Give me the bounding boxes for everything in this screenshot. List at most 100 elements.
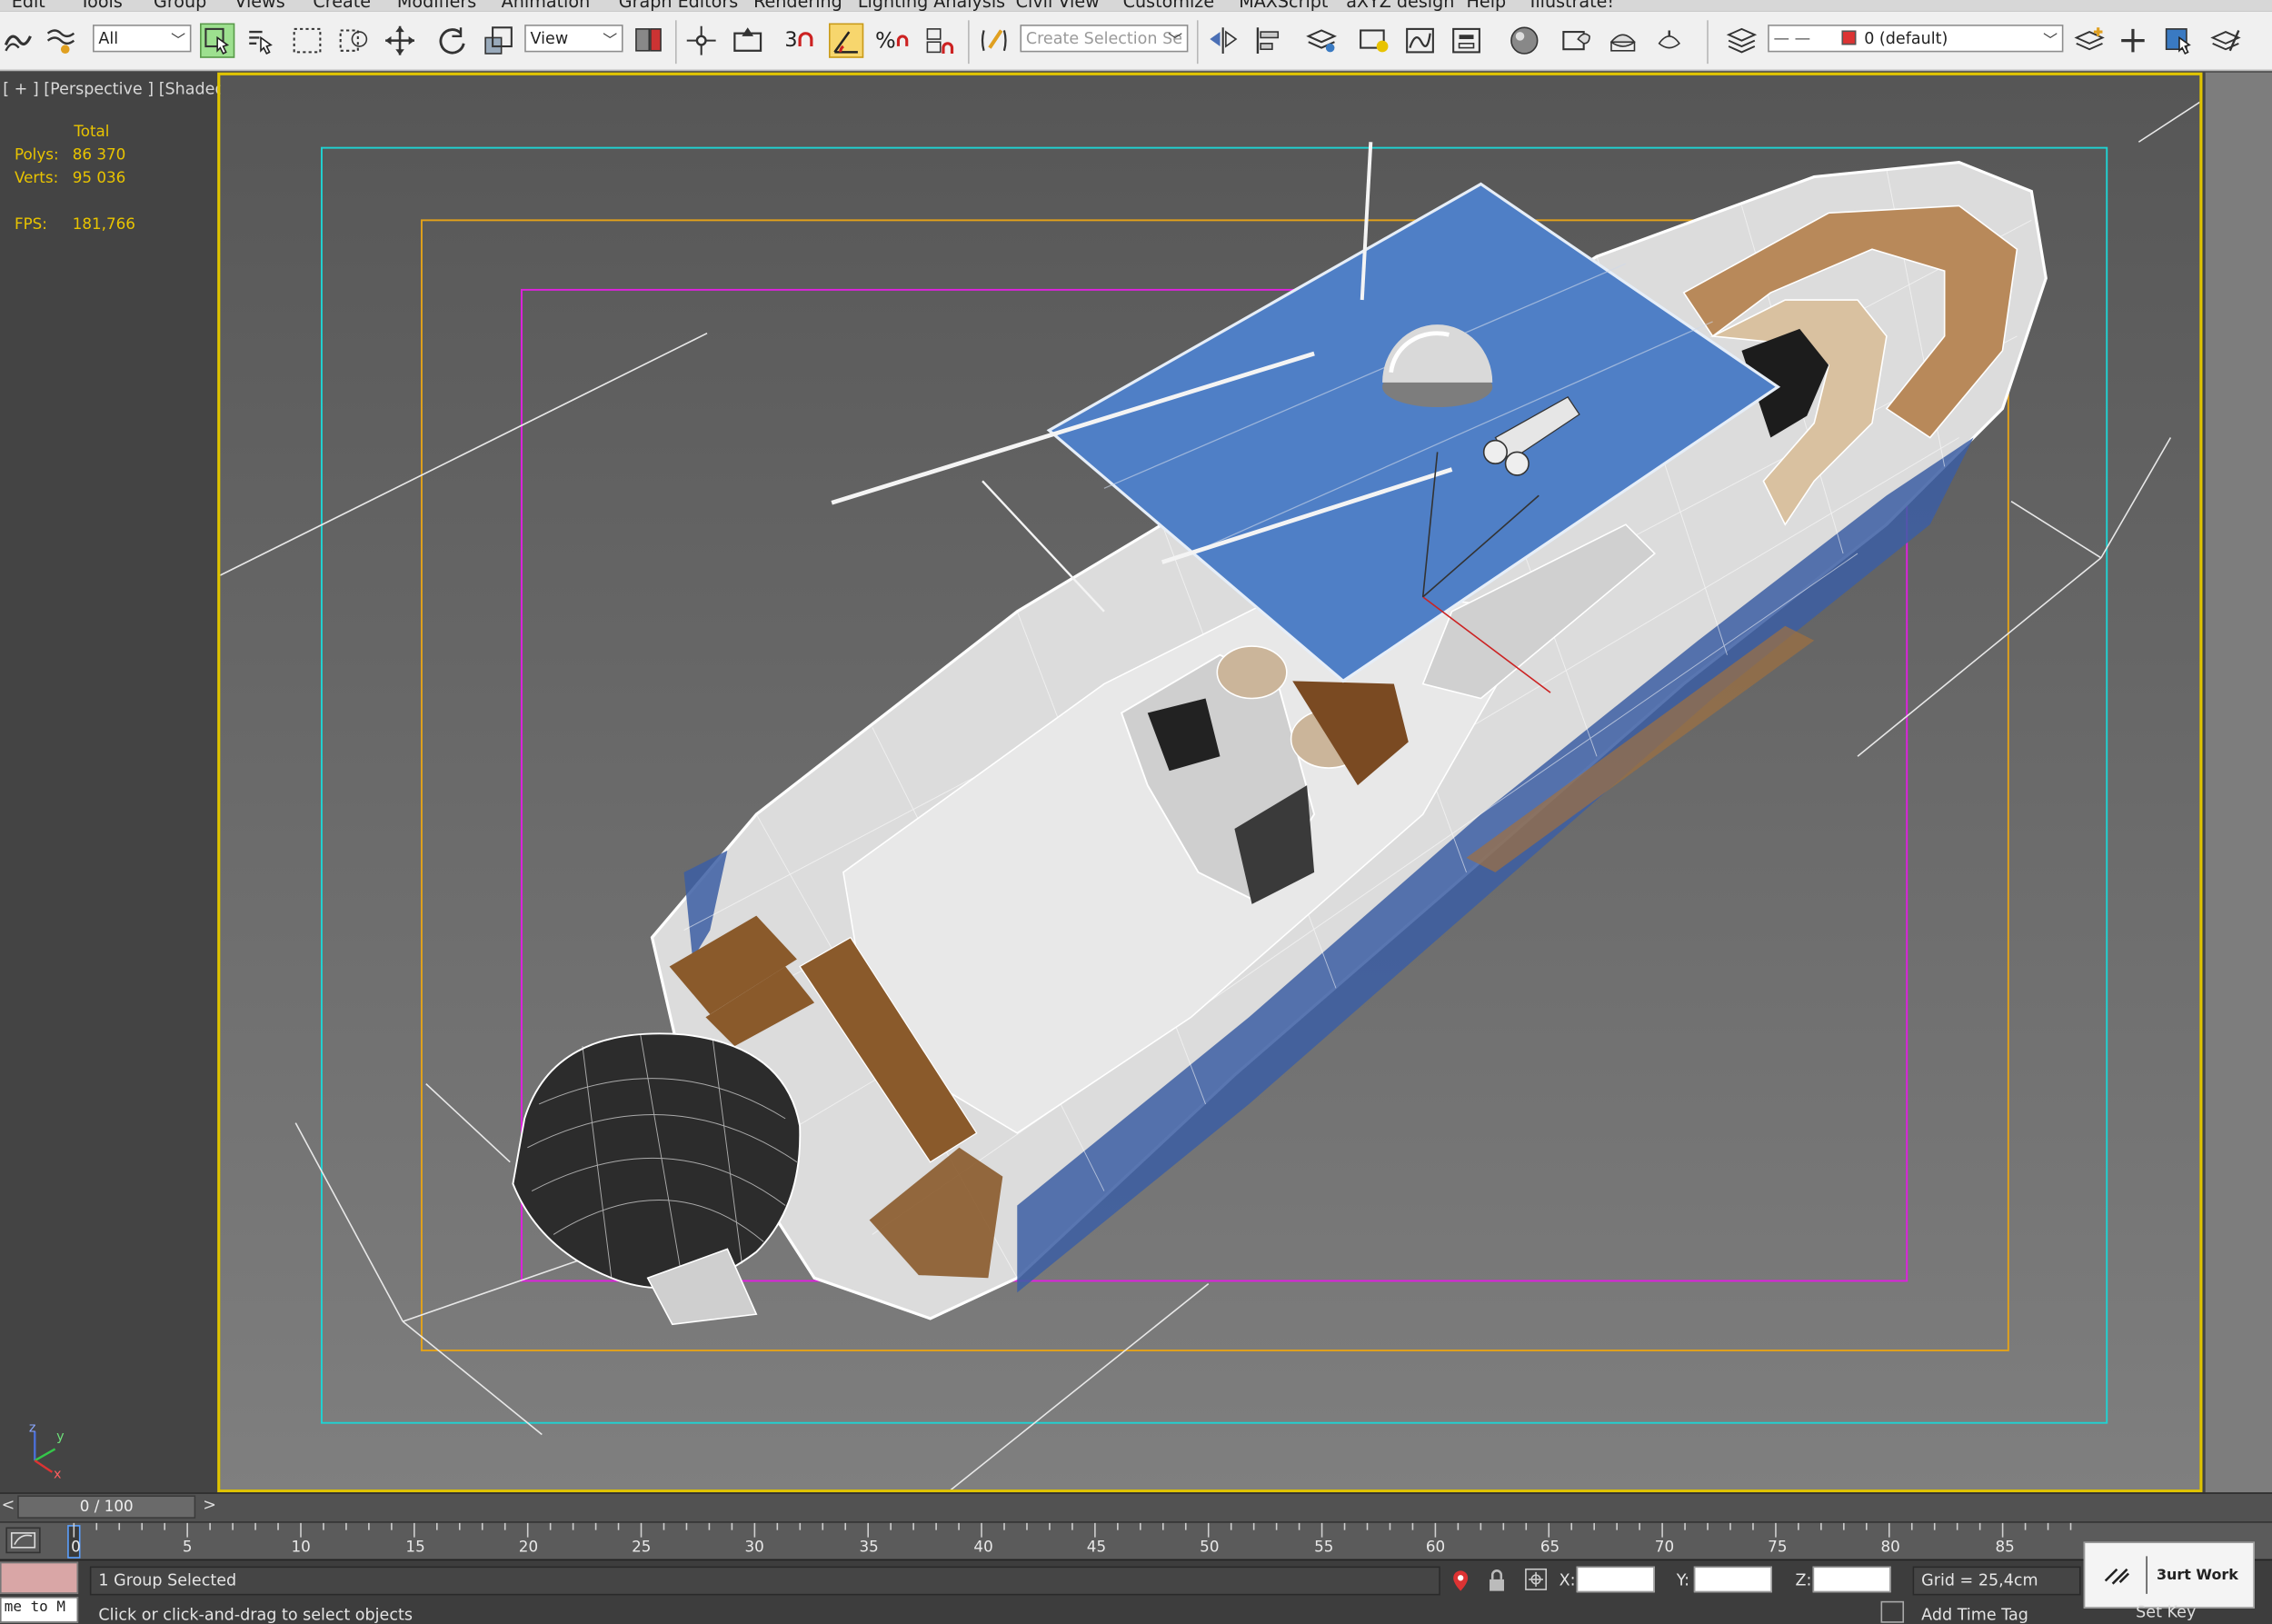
mirror-icon[interactable]: [1206, 24, 1241, 58]
tick-label: 25: [632, 1539, 652, 1557]
track-bar[interactable]: [0, 1521, 2272, 1561]
tick-label: 35: [859, 1539, 879, 1557]
menu-axyz-design[interactable]: aXYZ design: [1346, 0, 1454, 12]
add-time-tag-button[interactable]: Add Time Tag: [1921, 1606, 2028, 1624]
add-to-layer-icon[interactable]: [2116, 24, 2150, 58]
x-coord-input[interactable]: [1576, 1566, 1655, 1593]
menu-customize[interactable]: Customize: [1123, 0, 1214, 12]
named-selection-sets-dropdown[interactable]: Create Selection Se ﹀: [1020, 25, 1189, 53]
curve-editor-icon[interactable]: [1402, 24, 1437, 58]
select-object-icon[interactable]: [200, 23, 235, 58]
isolate-selection-icon[interactable]: [1450, 1569, 1470, 1593]
y-coord-input[interactable]: [1693, 1566, 1772, 1593]
rendered-frame-window-icon[interactable]: [1606, 24, 1640, 58]
menu-rendering[interactable]: Rendering: [753, 0, 842, 12]
tick-label: 85: [1995, 1539, 2015, 1557]
verts-value: 95 036: [72, 169, 126, 187]
select-and-rotate-icon[interactable]: [434, 24, 469, 58]
menu-civil-view[interactable]: Civil View: [1016, 0, 1100, 12]
selection-status-text: 1 Group Selected: [98, 1570, 237, 1590]
maxscript-mini-input[interactable]: me to M: [0, 1597, 79, 1623]
reference-coordinate-dropdown[interactable]: View ﹀: [524, 25, 623, 53]
stats-header: Total: [74, 123, 110, 141]
tick-label: 55: [1314, 1539, 1334, 1557]
fps-value: 181,766: [72, 215, 135, 234]
select-and-scale-icon[interactable]: [481, 24, 515, 58]
tick-label: 60: [1425, 1539, 1446, 1557]
menu-edit[interactable]: Edit: [12, 0, 45, 12]
verts-label: Verts:: [14, 169, 59, 187]
layer-explorer-icon[interactable]: [1304, 24, 1339, 58]
toolbar-separator: [1196, 20, 1199, 65]
create-new-layer-icon[interactable]: [2072, 24, 2107, 58]
menu-maxscript[interactable]: MAXScript: [1239, 0, 1328, 12]
logo-mark-icon: [2105, 1568, 2130, 1585]
scene-explorer-icon[interactable]: [1356, 24, 1390, 58]
percent-snap-icon[interactable]: %: [875, 24, 910, 58]
perspective-viewport[interactable]: [217, 72, 2203, 1493]
menu-modifiers[interactable]: Modifiers: [397, 0, 476, 12]
keyboard-shortcut-override-icon[interactable]: [731, 24, 765, 58]
select-by-name-icon[interactable]: [244, 24, 278, 58]
tick-label: 0: [71, 1539, 81, 1557]
tick-label: 10: [291, 1539, 311, 1557]
mini-curve-editor-icon[interactable]: [5, 1527, 41, 1554]
z-coord-label: Z:: [1795, 1570, 1812, 1590]
svg-text:x: x: [54, 1467, 62, 1480]
time-slider-next-button[interactable]: >: [203, 1495, 216, 1514]
manage-layers-icon[interactable]: [1724, 24, 1759, 58]
fps-label: FPS:: [14, 215, 47, 234]
set-key-button[interactable]: Set Key: [2136, 1602, 2196, 1621]
tick-label: 20: [518, 1539, 539, 1557]
rectangular-selection-icon[interactable]: [290, 24, 324, 58]
menu-graph-editors[interactable]: Graph Editors: [619, 0, 738, 12]
prompt-text: Click or click-and-drag to select object…: [98, 1605, 414, 1624]
maxscript-listener-field[interactable]: [0, 1561, 79, 1594]
menu-animation[interactable]: Animation: [502, 0, 591, 12]
select-and-move-icon[interactable]: [383, 24, 417, 58]
select-and-manipulate-icon[interactable]: [684, 24, 719, 58]
schematic-view-icon[interactable]: [1449, 24, 1483, 58]
viewport-left-area: [0, 72, 218, 1493]
tick-label: 50: [1200, 1539, 1220, 1557]
menu-help[interactable]: Help: [1467, 0, 1507, 12]
bind-spacewarp-icon[interactable]: [44, 24, 78, 58]
selection-lock-icon[interactable]: [1487, 1569, 1507, 1593]
angle-snap-icon[interactable]: [828, 23, 864, 58]
main-toolbar: All ﹀ View ﹀ 3 % Create Selection Se ﹀ —…: [0, 11, 2272, 72]
time-tag-icon[interactable]: [1880, 1600, 1905, 1623]
chevron-down-icon: ﹀: [2043, 33, 2058, 50]
z-coord-input[interactable]: [1812, 1566, 1891, 1593]
layer-dropdown[interactable]: — — 0 (default) ﹀: [1768, 25, 2064, 53]
snaps-toggle-icon[interactable]: 3: [782, 24, 817, 58]
use-pivot-center-icon[interactable]: [632, 24, 666, 58]
set-current-layer-icon[interactable]: [2208, 24, 2243, 58]
svg-text:y: y: [56, 1430, 65, 1444]
window-crossing-icon[interactable]: [336, 24, 371, 58]
material-editor-icon[interactable]: [1507, 24, 1541, 58]
selection-filter-dropdown[interactable]: All ﹀: [93, 25, 192, 53]
absolute-transform-icon[interactable]: [1524, 1568, 1548, 1591]
link-icon[interactable]: [0, 24, 35, 58]
time-slider-track[interactable]: [0, 1492, 2272, 1523]
menu-tools[interactable]: Tools: [80, 0, 123, 12]
edit-named-selection-icon[interactable]: [977, 24, 1011, 58]
align-icon[interactable]: [1252, 24, 1287, 58]
axis-tripod-icon: z y x: [29, 1420, 65, 1480]
menu-bar: Edit Tools Group Views Create Modifiers …: [0, 0, 2272, 12]
toolbar-separator: [1707, 20, 1709, 65]
time-slider-prev-button[interactable]: <: [2, 1495, 15, 1514]
menu-lighting-analysis[interactable]: Lighting Analysis: [858, 0, 1005, 12]
tick-label: 65: [1540, 1539, 1560, 1557]
select-in-layer-icon[interactable]: [2162, 24, 2197, 58]
render-setup-icon[interactable]: [1560, 24, 1594, 58]
render-production-icon[interactable]: [1652, 24, 1687, 58]
menu-illustrate[interactable]: Illustrate!: [1530, 0, 1614, 12]
logo-text: 3urt Work: [2156, 1567, 2238, 1583]
menu-views[interactable]: Views: [234, 0, 284, 12]
time-slider-thumb[interactable]: 0 / 100: [17, 1495, 196, 1519]
tick-label: 70: [1654, 1539, 1675, 1557]
spinner-snap-icon[interactable]: [922, 24, 956, 58]
menu-create[interactable]: Create: [313, 0, 371, 12]
menu-group[interactable]: Group: [154, 0, 206, 12]
